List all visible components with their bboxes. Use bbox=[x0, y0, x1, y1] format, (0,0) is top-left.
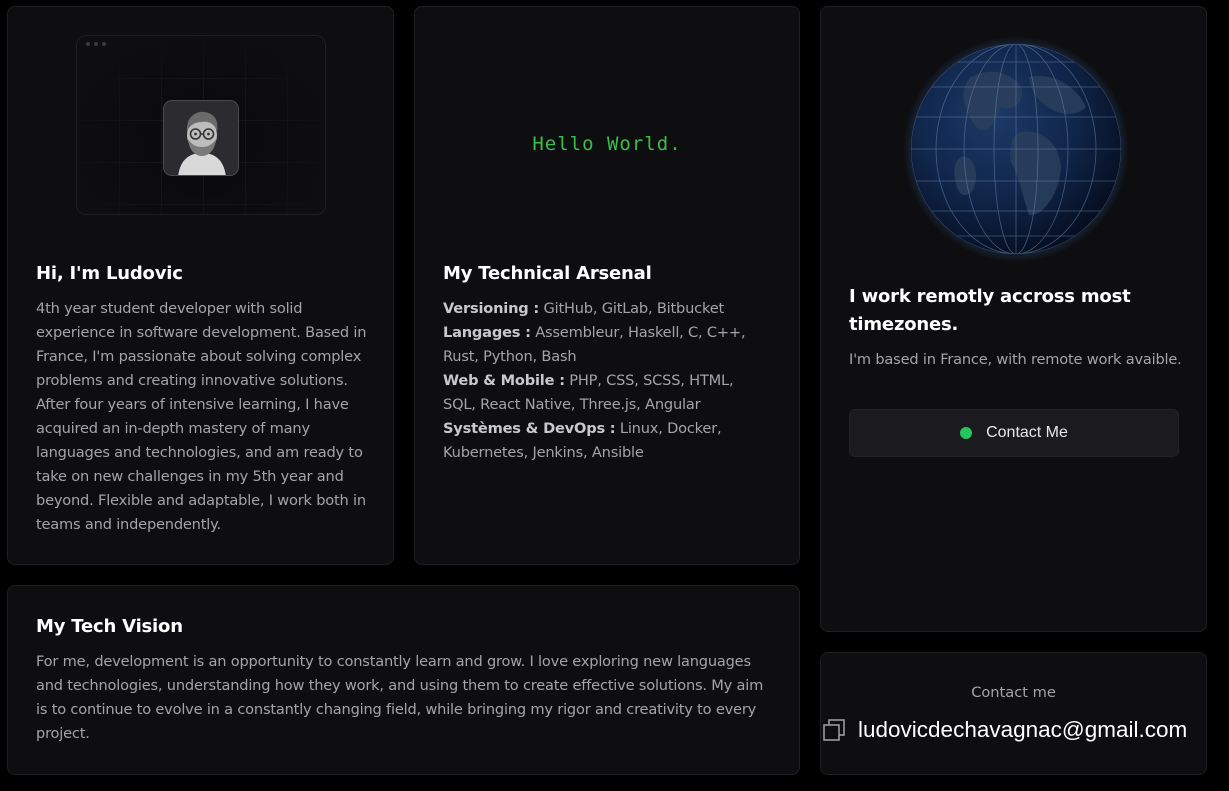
status-dot-icon bbox=[960, 427, 973, 439]
hello-world-text: Hello World. bbox=[532, 133, 682, 155]
contact-label: Contact me bbox=[971, 684, 1056, 701]
globe-icon[interactable] bbox=[901, 36, 1131, 267]
about-card: Hi, I'm Ludovic 4th year student develop… bbox=[7, 6, 394, 565]
stack-item-systems-devops: Systèmes & DevOps : Linux, Docker, Kuber… bbox=[443, 420, 722, 461]
email-row[interactable]: ludovicdechavagnac@gmail.com bbox=[822, 717, 1187, 743]
tech-title: My Technical Arsenal bbox=[443, 263, 652, 284]
tech-stack-list: Versioning : GitHub, GitLab, Bitbucket L… bbox=[443, 297, 763, 465]
about-bio: 4th year student developer with solid ex… bbox=[36, 300, 367, 533]
contact-card: Contact me ludovicdechavagnac@gmail.com bbox=[820, 652, 1207, 775]
remote-subtitle: I'm based in France, with remote work av… bbox=[849, 351, 1182, 368]
vision-card: My Tech Vision For me, development is an… bbox=[7, 585, 800, 775]
email-address[interactable]: ludovicdechavagnac@gmail.com bbox=[858, 717, 1187, 743]
vision-title: My Tech Vision bbox=[36, 616, 183, 637]
contact-me-button-label: Contact Me bbox=[986, 424, 1068, 441]
avatar bbox=[163, 100, 239, 176]
about-title: Hi, I'm Ludovic bbox=[36, 263, 183, 284]
contact-me-button[interactable]: Contact Me bbox=[849, 409, 1179, 457]
stack-item-versioning: Versioning : GitHub, GitLab, Bitbucket bbox=[443, 300, 725, 317]
remote-card: I work remotly accross most timezones. I… bbox=[820, 6, 1207, 632]
window-dots bbox=[86, 42, 106, 46]
remote-title: I work remotly accross most timezones. bbox=[849, 286, 1131, 335]
tech-card: Hello World. My Technical Arsenal Versio… bbox=[414, 6, 800, 565]
vision-text: For me, development is an opportunity to… bbox=[36, 653, 764, 742]
stack-item-web-mobile: Web & Mobile : PHP, CSS, SCSS, HTML, SQL… bbox=[443, 372, 734, 413]
stack-item-languages: Langages : Assembleur, Haskell, C, C++, … bbox=[443, 324, 746, 365]
copy-icon[interactable] bbox=[822, 718, 846, 742]
